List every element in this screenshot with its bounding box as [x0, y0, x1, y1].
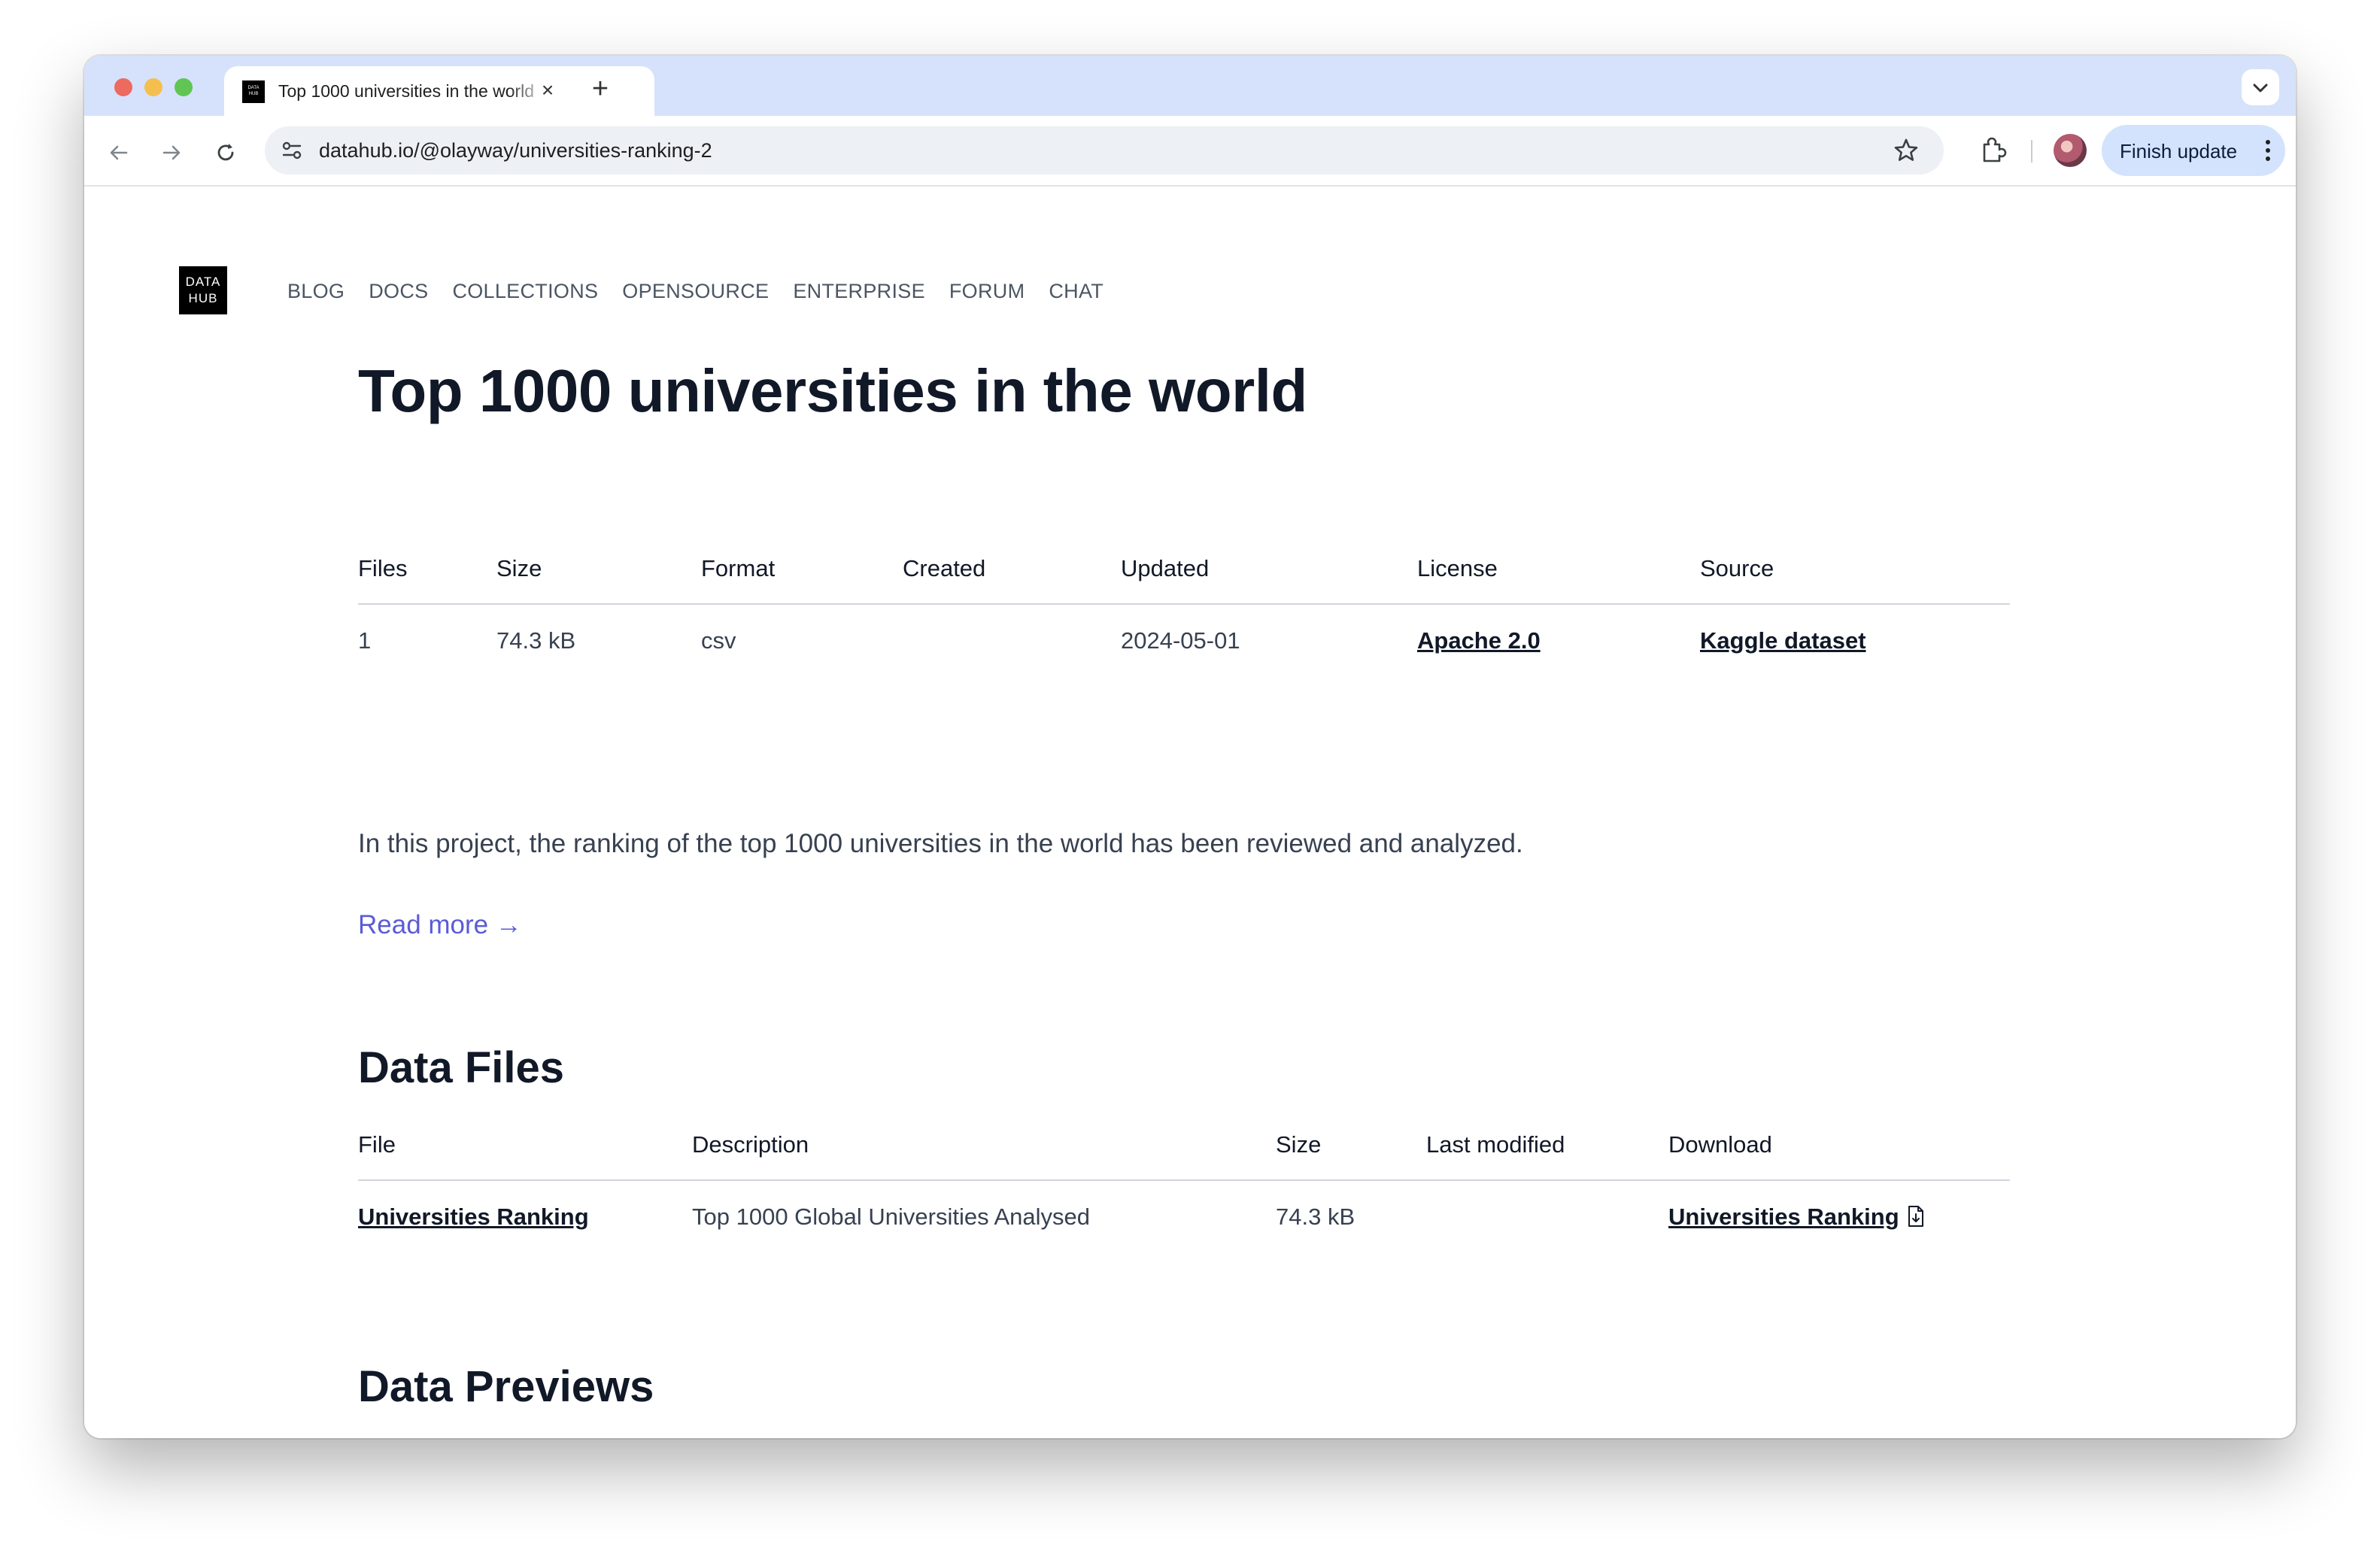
browser-toolbar: datahub.io/@olayway/universities-ranking…	[84, 116, 2296, 187]
datahub-logo[interactable]: DATA HUB	[179, 266, 227, 314]
reload-icon[interactable]	[208, 132, 244, 168]
file-last-modified	[1426, 1180, 1668, 1231]
more-menu-icon[interactable]	[2264, 138, 2272, 162]
site-settings-icon[interactable]	[278, 137, 305, 164]
table-row: Universities Ranking Top 1000 Global Uni…	[358, 1180, 2010, 1231]
header-last-modified: Last modified	[1426, 1131, 1668, 1181]
dataset-format: csv	[701, 627, 736, 654]
dataset-description: In this project, the ranking of the top …	[358, 829, 1523, 858]
toolbar-divider	[2031, 140, 2032, 162]
table-header-row: File Description Size Last modified Down…	[358, 1131, 2010, 1181]
nav-opensource[interactable]: OPENSOURCE	[622, 280, 769, 303]
data-files-table: File Description Size Last modified Down…	[358, 1131, 2010, 1231]
file-link[interactable]: Universities Ranking	[358, 1203, 589, 1230]
url-text: datahub.io/@olayway/universities-ranking…	[319, 139, 712, 162]
license-link[interactable]: Apache 2.0	[1417, 627, 1541, 654]
header-file: File	[358, 1131, 692, 1181]
header-license: License	[1417, 555, 1700, 605]
bookmark-star-icon[interactable]	[1891, 135, 1921, 165]
address-bar[interactable]: datahub.io/@olayway/universities-ranking…	[265, 126, 1944, 175]
browser-window: DATA HUB Top 1000 universities in the wor…	[84, 56, 2296, 1438]
dataset-updated: 2024-05-01	[1121, 627, 1240, 654]
dataset-metadata-table: Files Size Format Created Updated Licens…	[358, 555, 2010, 654]
header-files: Files	[358, 555, 496, 605]
dataset-size: 74.3 kB	[496, 627, 576, 654]
maximize-window-button[interactable]	[175, 78, 193, 96]
download-link[interactable]: Universities Ranking	[1668, 1203, 1899, 1230]
nav-chat[interactable]: CHAT	[1049, 280, 1103, 303]
header-format: Format	[701, 555, 903, 605]
dataset-created	[903, 604, 1121, 654]
site-nav: BLOG DOCS COLLECTIONS OPENSOURCE ENTERPR…	[287, 280, 1103, 303]
header-size: Size	[496, 555, 701, 605]
page-content: DATA HUB BLOG DOCS COLLECTIONS OPENSOURCE…	[84, 187, 2296, 1438]
datahub-favicon-icon: DATA HUB	[242, 80, 265, 103]
file-size: 74.3 kB	[1276, 1203, 1355, 1230]
tab-search-chevron-icon[interactable]	[2242, 69, 2279, 105]
nav-enterprise[interactable]: ENTERPRISE	[793, 280, 925, 303]
page-title: Top 1000 universities in the world	[358, 357, 1307, 424]
data-previews-heading: Data Previews	[358, 1362, 654, 1411]
minimize-window-button[interactable]	[144, 78, 162, 96]
header-download: Download	[1668, 1131, 2010, 1181]
data-files-heading: Data Files	[358, 1043, 564, 1092]
back-arrow-icon[interactable]	[101, 132, 137, 168]
tab-close-icon[interactable]: ×	[534, 77, 561, 104]
source-link[interactable]: Kaggle dataset	[1700, 627, 1866, 654]
header-size: Size	[1276, 1131, 1426, 1181]
new-tab-icon[interactable]: +	[584, 72, 617, 105]
forward-arrow-icon[interactable]	[153, 132, 190, 168]
nav-collections[interactable]: COLLECTIONS	[452, 280, 598, 303]
tab-title: Top 1000 universities in the world	[278, 81, 535, 101]
nav-blog[interactable]: BLOG	[287, 280, 345, 303]
files-count: 1	[358, 627, 372, 654]
table-row: 1 74.3 kB csv 2024-05-01 Apache 2.0 Kagg…	[358, 604, 2010, 654]
nav-docs[interactable]: DOCS	[369, 280, 428, 303]
document-download-icon[interactable]	[1907, 1205, 1925, 1228]
read-more-link[interactable]: Read more →	[358, 910, 522, 940]
profile-avatar[interactable]	[2054, 134, 2087, 167]
nav-forum[interactable]: FORUM	[949, 280, 1025, 303]
extensions-puzzle-icon[interactable]	[1974, 131, 2013, 170]
finish-update-label: Finish update	[2120, 140, 2238, 162]
tab-strip: DATA HUB Top 1000 universities in the wor…	[84, 56, 2296, 116]
header-source: Source	[1700, 555, 2010, 605]
header-updated: Updated	[1121, 555, 1417, 605]
header-created: Created	[903, 555, 1121, 605]
close-window-button[interactable]	[114, 78, 132, 96]
finish-update-button[interactable]: Finish update	[2102, 125, 2285, 176]
table-header-row: Files Size Format Created Updated Licens…	[358, 555, 2010, 605]
file-description: Top 1000 Global Universities Analysed	[692, 1203, 1091, 1230]
header-description: Description	[692, 1131, 1276, 1181]
